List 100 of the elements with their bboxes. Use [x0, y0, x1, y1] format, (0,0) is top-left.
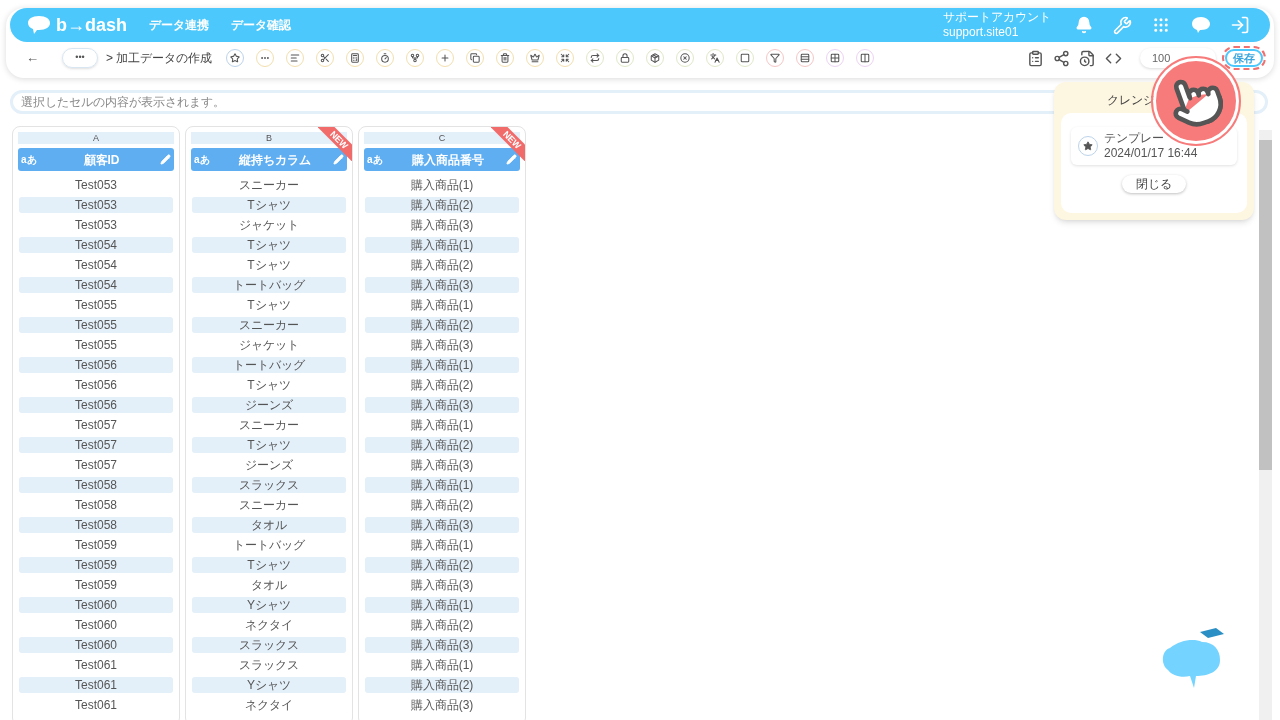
- table-cell[interactable]: Tシャツ: [192, 437, 346, 453]
- table-cell[interactable]: 購入商品(2): [365, 437, 519, 453]
- type-label: aあ: [194, 153, 211, 167]
- table-cell[interactable]: タオル: [192, 517, 346, 533]
- table-cell[interactable]: Test056: [19, 377, 173, 393]
- table-cell[interactable]: Tシャツ: [192, 257, 346, 273]
- table-cell[interactable]: トートバッグ: [192, 537, 346, 553]
- table-cell[interactable]: 購入商品(3): [365, 457, 519, 473]
- table-cell[interactable]: Tシャツ: [192, 557, 346, 573]
- table-cell[interactable]: スニーカー: [192, 417, 346, 433]
- table-cell[interactable]: 購入商品(3): [365, 277, 519, 293]
- table-cell[interactable]: スラックス: [192, 477, 346, 493]
- column-letter: A: [18, 132, 174, 144]
- table-cell[interactable]: 購入商品(1): [365, 417, 519, 433]
- table-cell[interactable]: トートバッグ: [192, 277, 346, 293]
- lock-icon: [620, 53, 630, 63]
- table-cell[interactable]: 購入商品(2): [365, 317, 519, 333]
- table-cell[interactable]: Tシャツ: [192, 237, 346, 253]
- lines-icon: [290, 53, 300, 63]
- table-cell[interactable]: ネクタイ: [192, 617, 346, 633]
- table-cell[interactable]: 購入商品(2): [365, 257, 519, 273]
- table-cell[interactable]: 購入商品(2): [365, 377, 519, 393]
- template-date: 2024/01/17 16:44: [1104, 146, 1198, 161]
- table-cell[interactable]: 購入商品(3): [365, 397, 519, 413]
- table-cell[interactable]: Tシャツ: [192, 297, 346, 313]
- table-cell[interactable]: Test059: [19, 557, 173, 573]
- table-cell[interactable]: 購入商品(2): [365, 557, 519, 573]
- table-cell[interactable]: Test060: [19, 637, 173, 653]
- table-cell[interactable]: Test058: [19, 477, 173, 493]
- table-cell[interactable]: 購入商品(1): [365, 537, 519, 553]
- table-cell[interactable]: ジャケット: [192, 337, 346, 353]
- square-icon: [740, 53, 750, 63]
- table-cell[interactable]: Test059: [19, 577, 173, 593]
- table-cell[interactable]: スラックス: [192, 657, 346, 673]
- table-cell[interactable]: スニーカー: [192, 177, 346, 193]
- table-cell[interactable]: トートバッグ: [192, 357, 346, 373]
- table-cell[interactable]: 購入商品(1): [365, 597, 519, 613]
- table-cell[interactable]: スラックス: [192, 637, 346, 653]
- template-name: テンプレー: [1104, 131, 1165, 146]
- table-cell[interactable]: 購入商品(1): [365, 237, 519, 253]
- table-cell[interactable]: Test061: [19, 677, 173, 693]
- table-cell[interactable]: ジャケット: [192, 217, 346, 233]
- table-cell[interactable]: 購入商品(1): [365, 657, 519, 673]
- table-cell[interactable]: 購入商品(1): [365, 297, 519, 313]
- table-cell[interactable]: 購入商品(1): [365, 177, 519, 193]
- circle-x-icon: [680, 53, 690, 63]
- table-cell[interactable]: Test060: [19, 617, 173, 633]
- table-cell[interactable]: 購入商品(3): [365, 577, 519, 593]
- table-cell[interactable]: Test056: [19, 357, 173, 373]
- table-cell[interactable]: Test057: [19, 417, 173, 433]
- column-name: 顧客ID: [82, 151, 121, 169]
- table-cell[interactable]: 購入商品(3): [365, 697, 519, 713]
- rows-icon: [800, 53, 810, 63]
- table-cell[interactable]: ジーンズ: [192, 457, 346, 473]
- table-cell[interactable]: Test058: [19, 497, 173, 513]
- table-cell[interactable]: 購入商品(3): [365, 637, 519, 653]
- scrollbar[interactable]: [1259, 130, 1272, 720]
- table-cell[interactable]: Test056: [19, 397, 173, 413]
- table-cell[interactable]: Test060: [19, 597, 173, 613]
- clipboard-icon[interactable]: [1027, 49, 1044, 67]
- table-cell[interactable]: Test058: [19, 517, 173, 533]
- table-cell[interactable]: Test055: [19, 337, 173, 353]
- table-cell[interactable]: スニーカー: [192, 497, 346, 513]
- table-cell[interactable]: Test054: [19, 237, 173, 253]
- close-button[interactable]: 閉じる: [1122, 175, 1186, 193]
- table-cell[interactable]: Test057: [19, 437, 173, 453]
- table-cell[interactable]: Yシャツ: [192, 597, 346, 613]
- table-cell[interactable]: Tシャツ: [192, 197, 346, 213]
- table-cell[interactable]: Test059: [19, 537, 173, 553]
- table-cell[interactable]: ジーンズ: [192, 397, 346, 413]
- table-cell[interactable]: 購入商品(2): [365, 617, 519, 633]
- table-cell[interactable]: スニーカー: [192, 317, 346, 333]
- share-icon[interactable]: [1053, 49, 1070, 67]
- table-cell[interactable]: Test061: [19, 657, 173, 673]
- table-cell[interactable]: Yシャツ: [192, 677, 346, 693]
- table-cell[interactable]: Test061: [19, 697, 173, 713]
- table-cell[interactable]: 購入商品(1): [365, 357, 519, 373]
- table-cell[interactable]: Test057: [19, 457, 173, 473]
- table-cell[interactable]: 購入商品(2): [365, 497, 519, 513]
- table-cell[interactable]: 購入商品(2): [365, 197, 519, 213]
- table-cell[interactable]: Test053: [19, 197, 173, 213]
- table-cell[interactable]: Test053: [19, 217, 173, 233]
- back-button[interactable]: ←: [26, 48, 46, 68]
- table-cell[interactable]: 購入商品(1): [365, 477, 519, 493]
- table-cell[interactable]: Test054: [19, 257, 173, 273]
- table-cell[interactable]: Test053: [19, 177, 173, 193]
- logo-icon: [26, 14, 52, 36]
- plus-icon: [440, 53, 450, 63]
- table-cell[interactable]: ネクタイ: [192, 697, 346, 713]
- table-cell[interactable]: タオル: [192, 577, 346, 593]
- table-cell[interactable]: 購入商品(3): [365, 517, 519, 533]
- file-history-icon[interactable]: [1079, 49, 1096, 67]
- table-cell[interactable]: Test055: [19, 317, 173, 333]
- zoom-field[interactable]: 100: [1140, 48, 1216, 68]
- table-cell[interactable]: 購入商品(2): [365, 677, 519, 693]
- table-cell[interactable]: Test055: [19, 297, 173, 313]
- table-cell[interactable]: 購入商品(3): [365, 217, 519, 233]
- table-cell[interactable]: Tシャツ: [192, 377, 346, 393]
- table-cell[interactable]: 購入商品(3): [365, 337, 519, 353]
- table-cell[interactable]: Test054: [19, 277, 173, 293]
